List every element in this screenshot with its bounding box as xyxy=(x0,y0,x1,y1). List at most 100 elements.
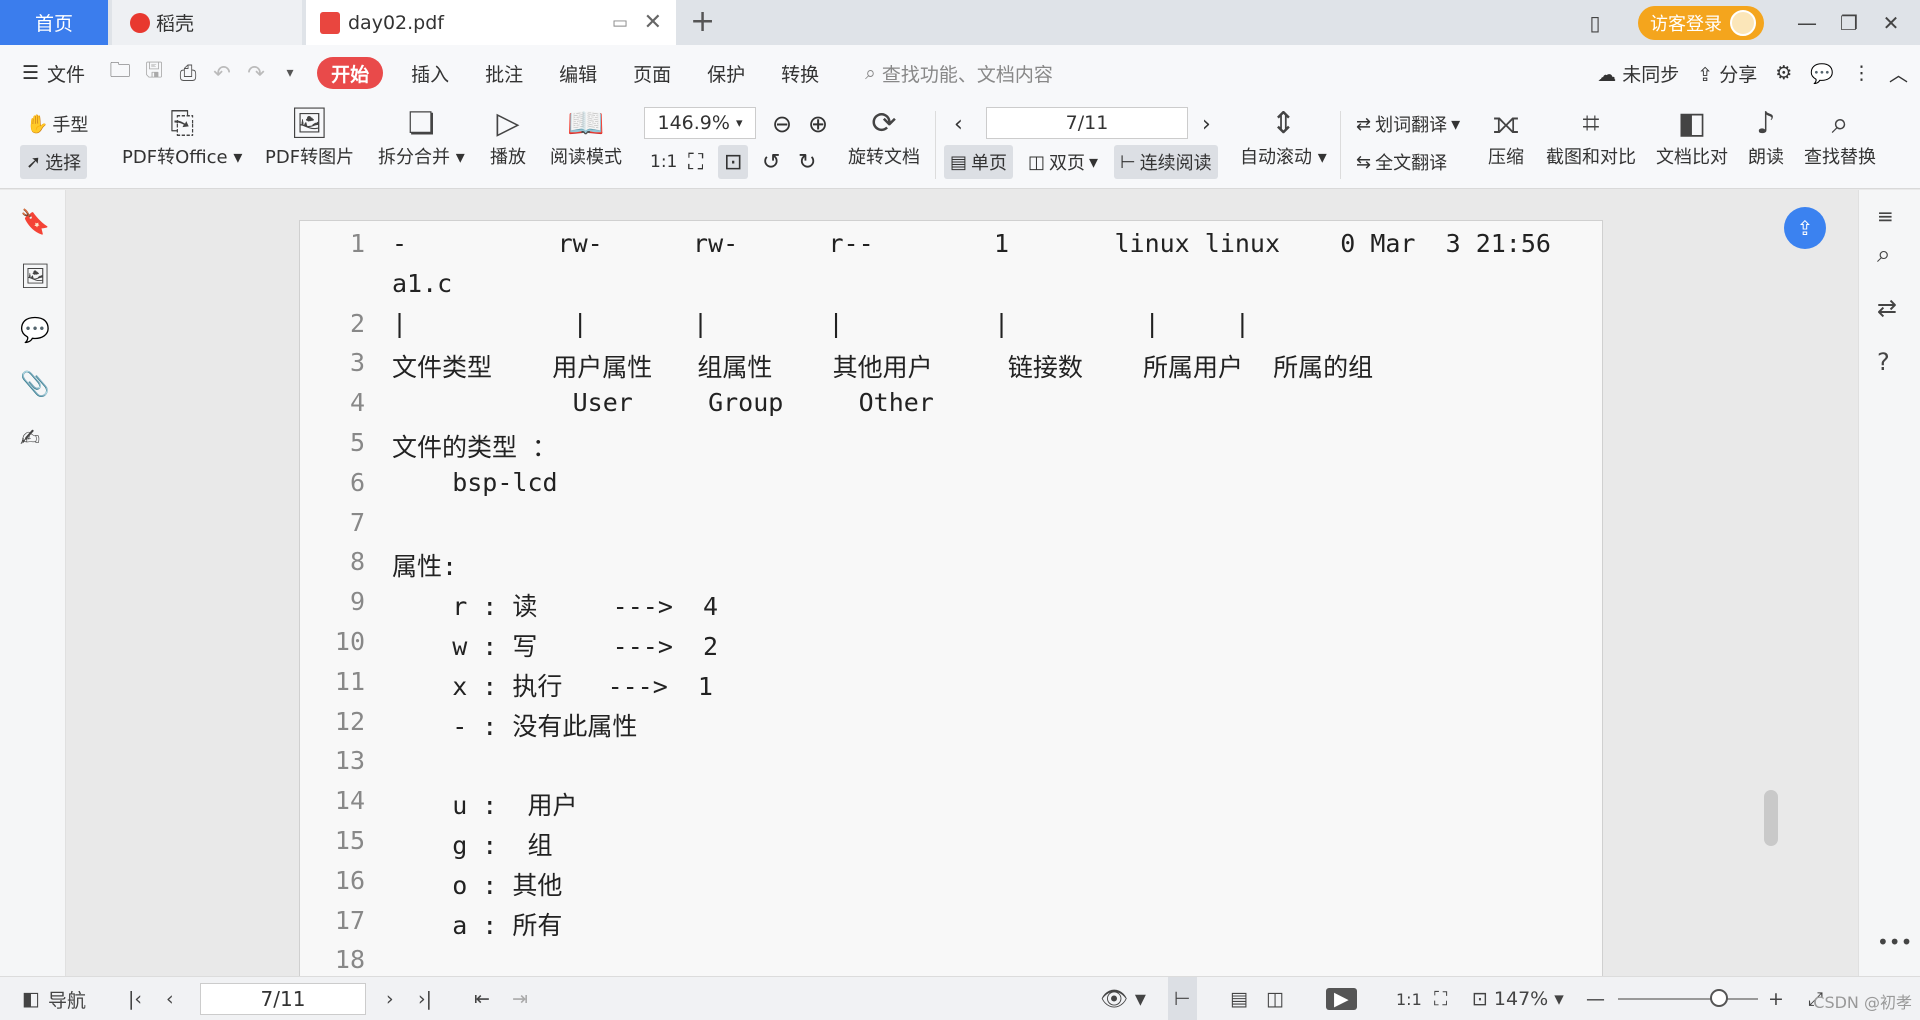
settings-icon[interactable]: ⚙ xyxy=(1775,62,1792,84)
document-compare-button[interactable]: ◧ 文档比对 xyxy=(1656,105,1728,169)
tab-pdf-document[interactable]: day02.pdf ▭ ✕ xyxy=(306,0,676,45)
status-page-input[interactable]: 7/11 xyxy=(200,983,366,1015)
attachment-icon[interactable]: 📎 xyxy=(20,370,50,398)
share-button[interactable]: ⇪ 分享 xyxy=(1697,60,1757,87)
more-icon[interactable]: ⋮ xyxy=(1852,62,1871,84)
file-menu[interactable]: ☰ 文件 xyxy=(0,45,103,101)
zoom-in-status-icon[interactable]: + xyxy=(1768,977,1784,1020)
menu-lines-icon[interactable]: ≡ xyxy=(1877,204,1894,228)
vertical-scrollbar[interactable] xyxy=(1764,790,1778,846)
fit-width-icon[interactable]: ⊡ xyxy=(718,145,749,179)
back-icon[interactable]: ⇤ xyxy=(474,977,490,1020)
bookmark-icon[interactable]: 🔖 xyxy=(20,208,50,236)
actual-size-status-icon[interactable]: 1:1 xyxy=(1396,977,1422,1020)
screenshot-compare-button[interactable]: ⌗ 截图和对比 xyxy=(1546,105,1636,169)
translate-side-icon[interactable]: ⇄ xyxy=(1877,294,1897,322)
previous-page-icon[interactable]: ‹ xyxy=(948,107,969,141)
restore-icon[interactable]: ❐ xyxy=(1828,11,1870,35)
find-replace-button[interactable]: ⌕ 查找替换 xyxy=(1804,105,1876,169)
zoom-out-status-icon[interactable]: — xyxy=(1586,977,1605,1020)
last-page-icon[interactable]: ›| xyxy=(418,977,432,1020)
comment-icon[interactable]: 💬 xyxy=(1810,62,1834,85)
double-page-label: 双页 xyxy=(1049,153,1086,174)
select-tool-button[interactable]: ➚ 选择 xyxy=(20,145,88,179)
signature-icon[interactable]: ✍ xyxy=(20,424,40,452)
quick-access-dropdown-icon[interactable]: ▾ xyxy=(273,65,307,81)
single-page-button[interactable]: ▤ 单页 xyxy=(944,145,1014,179)
rotate-left-icon[interactable]: ↺ xyxy=(756,145,786,179)
search-doc-icon[interactable]: ⌕ xyxy=(1877,240,1890,268)
ocr-float-icon[interactable]: ⇪ xyxy=(1784,207,1826,249)
zoom-in-icon[interactable]: ⊕ xyxy=(802,107,834,141)
continuous-mode-icon[interactable]: ⊢ xyxy=(1168,977,1197,1020)
document-viewport[interactable]: 1 - rw- rw- r-- 1 linux linux 0 Mar 3 21:… xyxy=(72,190,1846,976)
play-mode-icon[interactable]: ▶ xyxy=(1326,977,1357,1020)
tab-window-icon[interactable]: ▭ xyxy=(612,13,628,33)
search-input[interactable]: ⌕ 查找功能、文档内容 xyxy=(865,60,1053,87)
zoom-slider-handle[interactable] xyxy=(1709,989,1728,1007)
page-number-input[interactable]: 7/11 xyxy=(986,107,1188,139)
rotate-document-button[interactable]: ⟳ 旋转文档 xyxy=(848,105,920,169)
minimize-icon[interactable]: — xyxy=(1786,11,1828,35)
menu-annotate[interactable]: 批注 xyxy=(467,45,541,101)
more-tools-icon[interactable]: ••• xyxy=(1877,930,1912,954)
tab-home-label: 首页 xyxy=(34,13,73,35)
daoke-logo-icon xyxy=(130,12,150,33)
zoom-slider[interactable] xyxy=(1618,998,1758,1000)
read-mode-button[interactable]: 📖 阅读模式 xyxy=(550,105,622,169)
help-icon[interactable]: ? xyxy=(1877,348,1890,376)
eye-protection-icon[interactable]: 👁 ▾ xyxy=(1100,977,1146,1020)
comment-icon[interactable]: 💬 xyxy=(20,316,50,344)
zoom-out-icon[interactable]: ⊖ xyxy=(766,107,798,141)
split-merge-button[interactable]: ❏ 拆分合并 ▾ xyxy=(378,105,465,169)
menu-page[interactable]: 页面 xyxy=(615,45,689,101)
collapse-ribbon-icon[interactable]: ︿ xyxy=(1889,60,1908,87)
zoom-level-select[interactable]: ⊡ 147% ▾ xyxy=(1472,977,1564,1020)
fit-page-icon[interactable]: ⛶ xyxy=(682,145,709,179)
save-icon[interactable]: 🖫 xyxy=(137,56,171,91)
menu-start[interactable]: 开始 xyxy=(317,57,384,89)
single-page-mode-icon[interactable]: ▤ xyxy=(1230,977,1248,1020)
guest-login-button[interactable]: 访客登录 xyxy=(1638,5,1764,40)
compress-button[interactable]: ⟗ 压缩 xyxy=(1488,105,1524,169)
close-window-icon[interactable]: ✕ xyxy=(1870,11,1912,35)
tab-home[interactable]: 首页 xyxy=(0,0,108,45)
close-tab-icon[interactable]: ✕ xyxy=(644,10,662,35)
menu-protect[interactable]: 保护 xyxy=(689,45,763,101)
double-page-button[interactable]: ◫ 双页 ▾ xyxy=(1022,145,1104,179)
menu-convert[interactable]: 转换 xyxy=(763,45,837,101)
auto-scroll-button[interactable]: ⇕ 自动滚动 ▾ xyxy=(1240,105,1327,169)
redo-icon[interactable]: ↷ xyxy=(239,61,273,85)
read-aloud-button[interactable]: ♪ 朗读 xyxy=(1748,105,1784,169)
forward-icon[interactable]: ⇥ xyxy=(512,977,528,1020)
continuous-read-button[interactable]: ⊢ 连续阅读 xyxy=(1114,145,1218,179)
play-button[interactable]: ▷ 播放 xyxy=(490,105,526,169)
fit-page-status-icon[interactable]: ⛶ xyxy=(1434,977,1447,1020)
navigation-toggle[interactable]: ◧ 导航 xyxy=(22,977,86,1020)
double-page-mode-icon[interactable]: ◫ xyxy=(1266,977,1284,1020)
first-page-icon[interactable]: |‹ xyxy=(128,977,142,1020)
rotate-right-icon[interactable]: ↻ xyxy=(792,145,822,179)
hand-tool-button[interactable]: ✋ 手型 xyxy=(20,107,94,141)
undo-icon[interactable]: ↶ xyxy=(205,61,239,85)
single-page-label: 单页 xyxy=(971,153,1008,174)
zoom-select[interactable]: 146.9% ▾ xyxy=(644,107,756,139)
line-number: 7 xyxy=(349,507,365,537)
print-icon[interactable]: ⎙ xyxy=(171,61,205,86)
thumbnail-icon[interactable]: 🖼 xyxy=(20,262,50,290)
open-folder-icon[interactable]: 🗀 xyxy=(103,56,137,91)
word-translate-button[interactable]: ⇄ 划词翻译 ▾ xyxy=(1350,107,1466,141)
new-tab-button[interactable]: + xyxy=(690,4,715,39)
prev-page-icon[interactable]: ‹ xyxy=(166,977,174,1020)
menu-insert[interactable]: 插入 xyxy=(393,45,467,101)
pdf-to-image-button[interactable]: 🖼 PDF转图片 xyxy=(265,105,354,169)
pdf-to-office-button[interactable]: ⎘ PDF转Office ▾ xyxy=(122,105,242,169)
sync-status[interactable]: ☁ 未同步 xyxy=(1597,60,1679,87)
actual-size-icon[interactable]: 1:1 xyxy=(644,145,683,179)
layout-icon[interactable]: ▯ xyxy=(1574,11,1616,35)
menu-edit[interactable]: 编辑 xyxy=(541,45,615,101)
tab-daoke[interactable]: 稻壳 xyxy=(112,0,302,45)
next-page-icon[interactable]: › xyxy=(1196,107,1217,141)
next-page-status-icon[interactable]: › xyxy=(386,977,394,1020)
full-translate-button[interactable]: ⇆ 全文翻译 xyxy=(1350,145,1453,179)
